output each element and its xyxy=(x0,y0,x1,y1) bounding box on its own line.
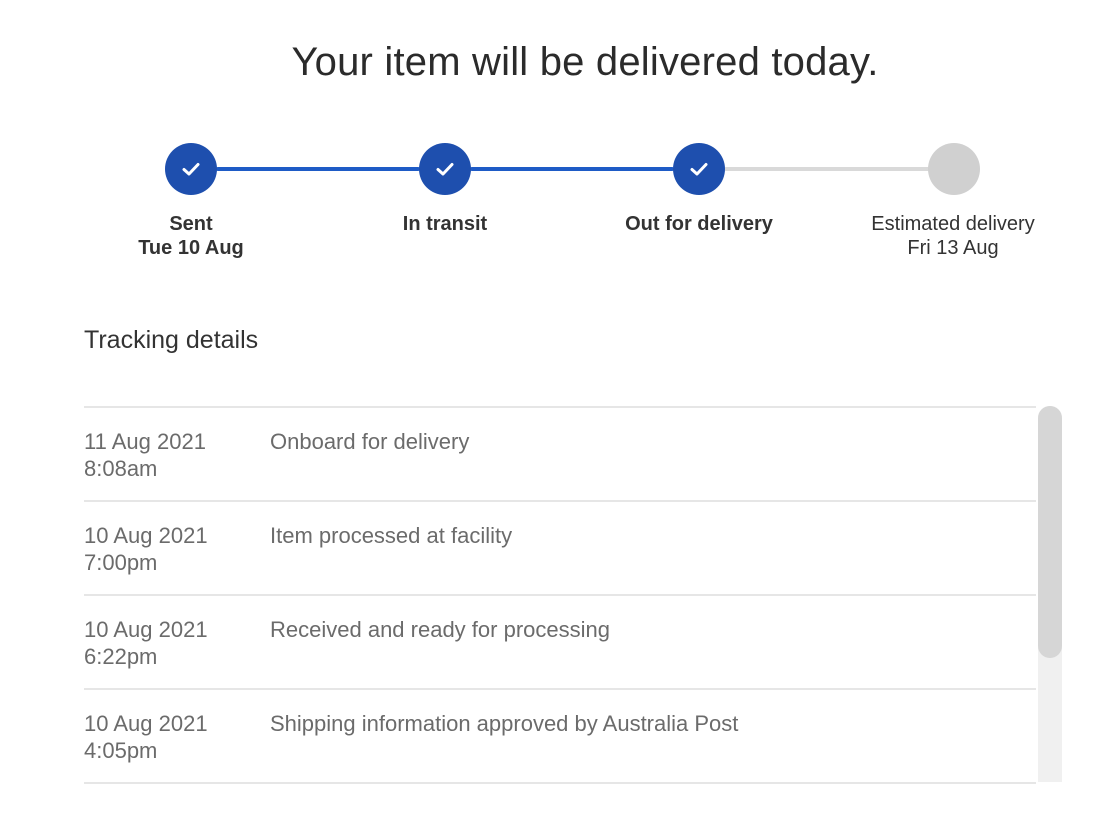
step-out-for-delivery-label: Out for delivery xyxy=(589,212,809,236)
step-in-transit-label: In transit xyxy=(335,212,555,236)
progress-connector-out-estimated xyxy=(724,167,930,171)
event-time: 8:08am xyxy=(84,456,158,481)
event-time: 7:00pm xyxy=(84,550,158,575)
step-estimated-delivery-label: Estimated delivery Fri 13 Aug xyxy=(843,212,1063,260)
step-out-for-delivery-complete-indicator xyxy=(673,143,725,195)
checkmark-icon xyxy=(182,163,200,176)
step-estimated-delivery-pending-indicator xyxy=(928,143,980,195)
step-sent-title: Sent xyxy=(169,213,213,235)
event-date: 10 Aug 2021 xyxy=(84,523,208,548)
events-scrollbar-thumb[interactable] xyxy=(1038,406,1062,658)
tracking-events-list[interactable]: 11 Aug 2021 8:08am Onboard for delivery … xyxy=(84,406,1036,784)
progress-connector-transit-out xyxy=(470,167,674,171)
event-description: Item processed at facility xyxy=(270,523,513,548)
event-timestamp: 10 Aug 2021 7:00pm xyxy=(84,522,254,576)
tracking-event-row: 10 Aug 2021 4:05pm Shipping information … xyxy=(84,690,1036,784)
tracking-event-row: 10 Aug 2021 7:00pm Item processed at fac… xyxy=(84,502,1036,596)
step-sent-date: Tue 10 Aug xyxy=(138,237,244,259)
progress-connector-sent-transit xyxy=(216,167,420,171)
event-timestamp: 11 Aug 2021 8:08am xyxy=(84,428,254,482)
event-timestamp: 10 Aug 2021 6:22pm xyxy=(84,616,254,670)
delivery-progress-tracker: Sent Tue 10 Aug In transit Out for deliv… xyxy=(0,0,1112,280)
event-time: 6:22pm xyxy=(84,644,158,669)
step-estimated-delivery-date: Fri 13 Aug xyxy=(907,237,999,259)
event-timestamp: 10 Aug 2021 4:05pm xyxy=(84,710,254,764)
checkmark-icon xyxy=(690,163,708,176)
tracking-details-heading: Tracking details xyxy=(84,326,259,354)
tracking-event-row: 11 Aug 2021 8:08am Onboard for delivery xyxy=(84,408,1036,502)
step-sent-complete-indicator xyxy=(165,143,217,195)
event-description: Onboard for delivery xyxy=(270,429,470,454)
event-description: Shipping information approved by Austral… xyxy=(270,711,739,736)
step-estimated-delivery-title: Estimated delivery xyxy=(871,213,1035,235)
event-date: 10 Aug 2021 xyxy=(84,711,208,736)
event-date: 10 Aug 2021 xyxy=(84,617,208,642)
event-time: 4:05pm xyxy=(84,738,158,763)
event-date: 11 Aug 2021 xyxy=(84,429,206,454)
step-out-for-delivery-title: Out for delivery xyxy=(625,213,773,235)
step-in-transit-complete-indicator xyxy=(419,143,471,195)
step-in-transit-title: In transit xyxy=(402,213,488,235)
event-description: Received and ready for processing xyxy=(270,617,610,642)
step-sent-label: Sent Tue 10 Aug xyxy=(81,212,301,260)
tracking-event-row: 10 Aug 2021 6:22pm Received and ready fo… xyxy=(84,596,1036,690)
checkmark-icon xyxy=(436,163,454,176)
